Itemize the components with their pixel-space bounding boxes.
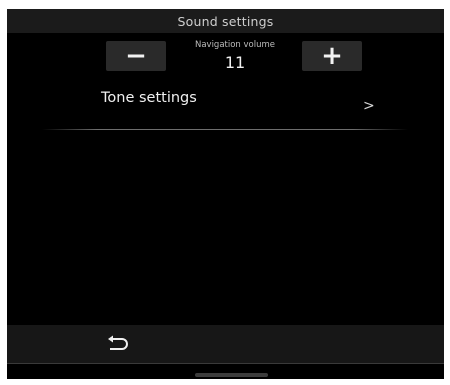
sound-settings-screen: Sound settings − Navigation volume 11 + …	[7, 9, 444, 379]
tone-settings-item[interactable]: Tone settings >	[7, 87, 444, 131]
minus-icon: −	[125, 41, 147, 71]
bottom-bar	[7, 325, 444, 363]
decrease-volume-button[interactable]: −	[106, 41, 166, 71]
title-bar: Sound settings	[7, 9, 444, 33]
home-indicator[interactable]	[195, 373, 268, 377]
back-button[interactable]	[103, 331, 133, 357]
chevron-right-icon: >	[363, 98, 375, 114]
tone-settings-label: Tone settings	[101, 90, 197, 106]
back-arrow-icon	[108, 335, 128, 350]
navigation-volume-value: 11	[224, 53, 246, 72]
divider	[42, 129, 408, 130]
bottom-divider	[7, 363, 444, 364]
plus-icon: +	[321, 41, 343, 71]
increase-volume-button[interactable]: +	[302, 41, 362, 71]
page-title: Sound settings	[177, 13, 274, 29]
navigation-volume-label: Navigation volume	[194, 40, 276, 50]
